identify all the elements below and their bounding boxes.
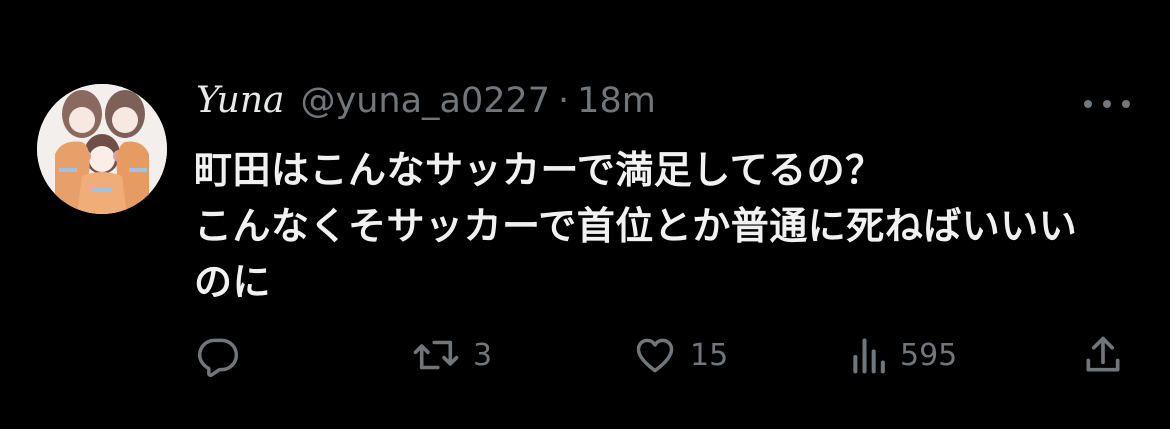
retweet-count: 3	[473, 337, 493, 373]
like-button[interactable]: 15	[632, 330, 728, 380]
tweet-text-line: 町田はこんなサッカーで満足してるの？	[194, 148, 884, 192]
avatar[interactable]	[37, 84, 167, 214]
tweet[interactable]: Yuna @yuna_a0227 · 18m 町田はこんなサッカーで満足してるの…	[0, 0, 1170, 429]
tweet-text-line: のに	[194, 260, 272, 304]
separator-dot: ·	[558, 81, 570, 121]
reply-icon	[197, 338, 239, 377]
display-name[interactable]: Yuna	[196, 80, 284, 121]
retweet-button[interactable]: 3	[411, 330, 492, 380]
more-options-button[interactable]	[1084, 92, 1130, 116]
heart-icon	[636, 338, 674, 373]
user-handle[interactable]: @yuna_a0227	[300, 81, 550, 121]
share-button[interactable]	[1081, 330, 1125, 380]
more-horizontal-icon-dot	[1122, 100, 1130, 108]
tweet-text: 町田はこんなサッカーで満足してるの？ こんなくそサッカーで首位とか普通に死ねばい…	[194, 142, 1134, 310]
views-bar-chart-icon	[853, 338, 885, 374]
more-horizontal-icon-dot	[1103, 100, 1111, 108]
more-horizontal-icon	[1084, 100, 1092, 108]
like-count: 15	[690, 337, 729, 373]
avatar-image	[37, 84, 167, 214]
tweet-text-line: こんなくそサッカーで首位とか普通に死ねばいいい	[194, 204, 1078, 248]
retweet-icon	[413, 340, 459, 370]
timestamp[interactable]: 18m	[577, 81, 656, 121]
views-button[interactable]: 595	[848, 330, 957, 380]
views-count: 595	[900, 337, 958, 373]
share-icon	[1086, 336, 1120, 372]
tweet-actions: 3 15 595	[196, 330, 1136, 380]
reply-button[interactable]	[196, 330, 252, 380]
tweet-header: Yuna @yuna_a0227 · 18m	[196, 80, 656, 128]
